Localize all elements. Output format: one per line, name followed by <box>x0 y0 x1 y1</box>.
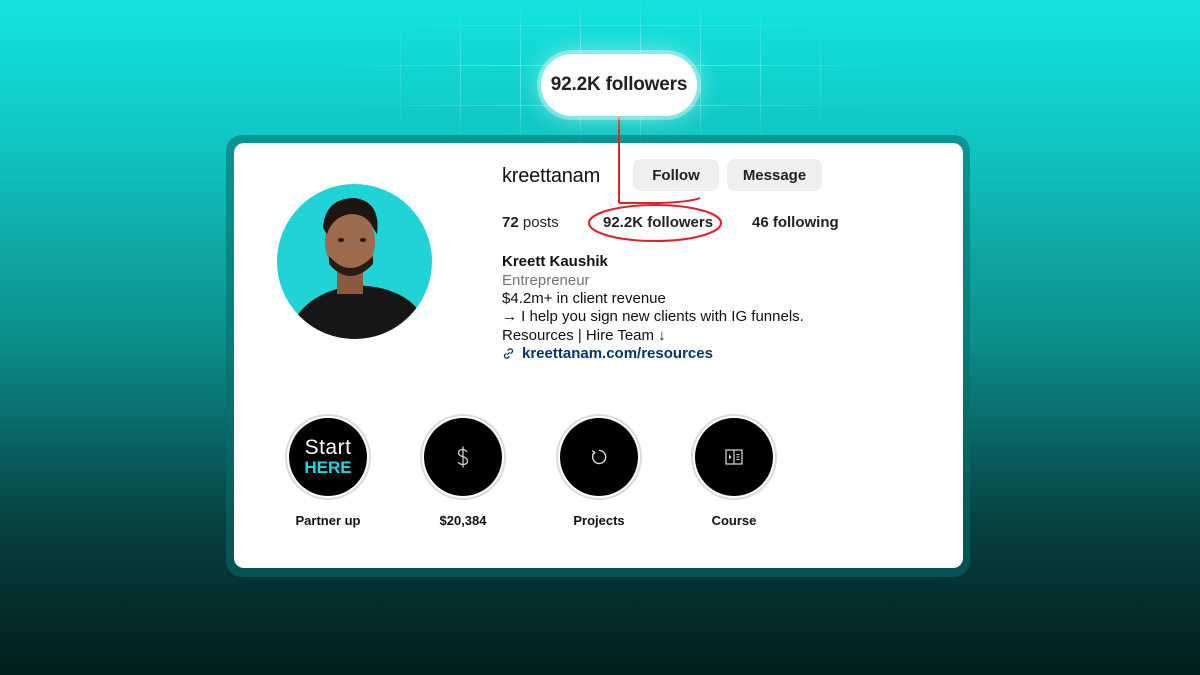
highlight-label: Partner up <box>295 513 361 528</box>
highlight-ring <box>420 414 506 500</box>
message-button[interactable]: Message <box>727 159 822 191</box>
posts-label: posts <box>522 214 559 231</box>
highlight-course[interactable]: Course <box>691 414 777 528</box>
book-icon <box>725 449 743 465</box>
highlight-cover <box>695 418 773 496</box>
start-here-cover: Start HERE <box>289 418 367 496</box>
followers-count: 92.2K <box>603 214 644 231</box>
bio-line: Resources | Hire Team ↓ <box>502 327 666 344</box>
followers-stat[interactable]: 92.2K followers <box>603 214 713 231</box>
dollar-icon <box>457 446 469 468</box>
highlight-ring <box>691 414 777 500</box>
following-stat[interactable]: 46 following <box>752 214 839 231</box>
highlight-revenue[interactable]: $20,384 <box>420 414 506 528</box>
posts-count: 72 <box>502 214 519 231</box>
following-count: 46 <box>752 214 769 231</box>
highlight-ring: Start HERE <box>285 414 371 500</box>
profile-full-name: Kreett Kaushik <box>502 253 608 270</box>
bio-line: $4.2m+ in client revenue <box>502 290 666 307</box>
highlight-label: Projects <box>573 513 625 528</box>
highlight-label: Course <box>711 513 757 528</box>
highlight-label: $20,384 <box>439 513 487 528</box>
start-here-top: Start <box>304 436 352 459</box>
highlight-projects[interactable]: Projects <box>556 414 642 528</box>
highlight-cover <box>424 418 502 496</box>
avatar[interactable] <box>277 184 432 339</box>
bio-line: → I help you sign new clients with IG fu… <box>502 308 804 325</box>
follow-button[interactable]: Follow <box>633 159 719 191</box>
followers-callout: 92.2K followers <box>541 54 697 116</box>
highlight-partner-up[interactable]: Start HERE Partner up <box>285 414 371 528</box>
profile-category: Entrepreneur <box>502 272 590 289</box>
start-here-bottom: HERE <box>304 458 352 477</box>
link-icon <box>503 348 514 359</box>
followers-label: followers <box>647 214 714 231</box>
followers-callout-text: 92.2K followers <box>550 74 688 95</box>
bio-link-text: kreettanam.com/resources <box>522 345 713 362</box>
refresh-icon <box>591 449 607 465</box>
posts-stat[interactable]: 72 posts <box>502 214 559 231</box>
following-label: following <box>772 214 839 231</box>
profile-username: kreettanam <box>502 165 601 187</box>
bio-link[interactable]: kreettanam.com/resources <box>502 345 713 362</box>
highlight-ring <box>556 414 642 500</box>
person-photo <box>287 198 429 339</box>
highlight-cover <box>560 418 638 496</box>
